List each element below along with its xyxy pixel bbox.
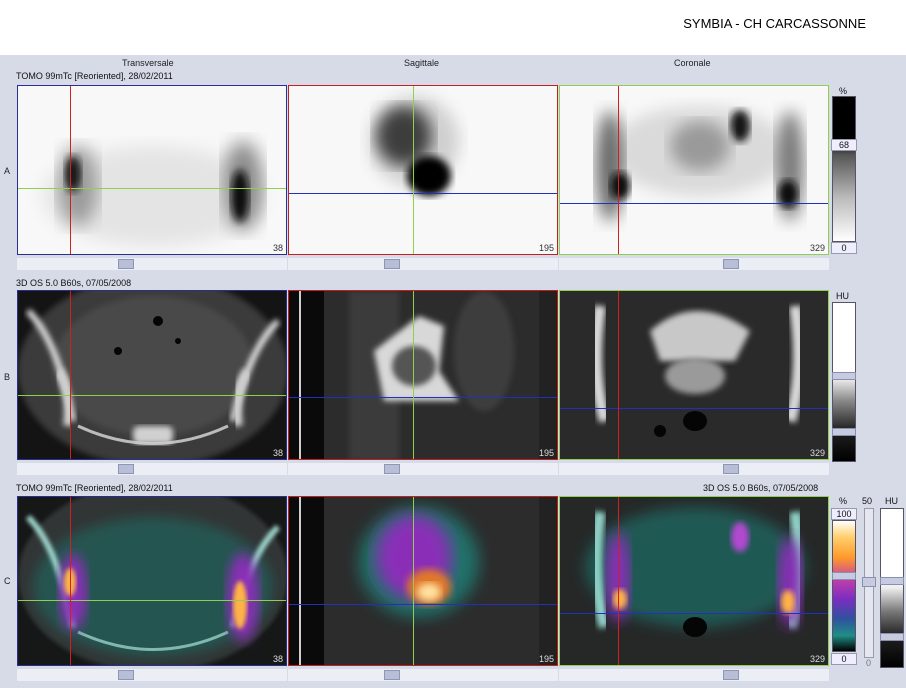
scroll-thumb[interactable] xyxy=(384,259,400,269)
colorbar-a-unit: % xyxy=(839,86,848,96)
row-a-series-info: TOMO 99mTc [Reoriented], 28/02/2011 xyxy=(16,71,173,81)
row-a-label: A xyxy=(4,166,11,176)
colorbar-a-grayscale[interactable] xyxy=(832,96,856,242)
fusion-coronal-image xyxy=(560,497,828,665)
crosshair-horizontal[interactable] xyxy=(560,613,828,614)
crosshair-vertical[interactable] xyxy=(70,86,71,254)
colorbar-c-pet-unit: % xyxy=(839,496,848,506)
scrollbar-b-sagittal[interactable] xyxy=(288,463,558,475)
column-header-sagittal: Sagittale xyxy=(404,58,440,68)
scroll-thumb[interactable] xyxy=(723,259,739,269)
scroll-thumb[interactable] xyxy=(118,464,134,474)
viewport-c-coronal[interactable]: 329 xyxy=(559,496,829,666)
slice-number: 195 xyxy=(538,654,554,664)
colorbar-a-max-value[interactable]: 68 xyxy=(831,139,857,151)
ct-sagittal-image xyxy=(289,291,557,459)
scroll-thumb[interactable] xyxy=(723,670,739,680)
viewport-a-coronal[interactable]: 329 xyxy=(559,85,829,255)
viewport-b-transverse[interactable]: 38 xyxy=(17,290,287,460)
colorbar-c-max-value[interactable]: 100 xyxy=(831,508,857,520)
viewport-c-sagittal[interactable]: 195 xyxy=(288,496,558,666)
viewport-a-sagittal[interactable]: 195 xyxy=(288,85,558,255)
fusion-slider-value: 50 xyxy=(862,496,873,506)
colorbar-c-ct-lower-handle[interactable] xyxy=(880,633,904,641)
scrollbar-b-transverse[interactable] xyxy=(17,463,287,475)
header-bar: SYMBIA - CH CARCASSONNE xyxy=(0,0,906,55)
viewport-b-coronal[interactable]: 329 xyxy=(559,290,829,460)
row-b-series-info: 3D OS 5.0 B60s, 07/05/2008 xyxy=(16,278,132,288)
scrollbar-a-sagittal[interactable] xyxy=(288,258,558,270)
spect-coronal-image xyxy=(560,86,828,254)
colorbar-b-grayscale[interactable] xyxy=(832,302,856,462)
crosshair-horizontal[interactable] xyxy=(18,395,286,396)
colorbar-b-upper-handle[interactable] xyxy=(832,372,856,380)
scrollbar-a-transverse[interactable] xyxy=(17,258,287,270)
scroll-thumb[interactable] xyxy=(118,259,134,269)
institution-title: SYMBIA - CH CARCASSONNE xyxy=(683,16,866,31)
slice-number: 329 xyxy=(809,654,825,664)
crosshair-vertical[interactable] xyxy=(413,291,414,459)
slice-number: 329 xyxy=(809,243,825,253)
slice-number: 195 xyxy=(538,243,554,253)
scroll-thumb[interactable] xyxy=(384,670,400,680)
row-c-series-info-right: 3D OS 5.0 B60s, 07/05/2008 xyxy=(703,483,819,493)
scrollbar-c-transverse[interactable] xyxy=(17,669,287,681)
colorbar-c-pet-handle[interactable] xyxy=(832,572,856,580)
row-b-label: B xyxy=(4,372,11,382)
spect-sagittal-image xyxy=(289,86,557,254)
row-c-series-info-left: TOMO 99mTc [Reoriented], 28/02/2011 xyxy=(16,483,173,493)
scroll-thumb[interactable] xyxy=(723,464,739,474)
crosshair-vertical[interactable] xyxy=(70,497,71,665)
crosshair-horizontal[interactable] xyxy=(289,397,557,398)
slice-number: 195 xyxy=(538,448,554,458)
colorbar-c-pet-scale[interactable] xyxy=(832,520,856,652)
colorbar-c-ct-upper-handle[interactable] xyxy=(880,577,904,585)
viewport-c-transverse[interactable]: 38 xyxy=(17,496,287,666)
fusion-transverse-image xyxy=(18,497,286,665)
row-c-label: C xyxy=(4,576,11,586)
fusion-slider-min: 0 xyxy=(866,658,872,668)
colorbar-c-ct-grayscale[interactable] xyxy=(880,508,904,668)
spect-transverse-image xyxy=(18,86,286,254)
crosshair-horizontal[interactable] xyxy=(560,408,828,409)
crosshair-vertical[interactable] xyxy=(413,497,414,665)
colorbar-a-min-value[interactable]: 0 xyxy=(831,242,857,254)
colorbar-c-ct-unit: HU xyxy=(885,496,898,506)
viewport-a-transverse[interactable]: 38 xyxy=(17,85,287,255)
colorbar-b-unit: HU xyxy=(836,291,849,301)
column-header-coronal: Coronale xyxy=(674,58,711,68)
colorbar-b-lower-handle[interactable] xyxy=(832,428,856,436)
crosshair-horizontal[interactable] xyxy=(289,193,557,194)
column-header-transverse: Transversale xyxy=(122,58,174,68)
crosshair-vertical[interactable] xyxy=(618,291,619,459)
crosshair-vertical[interactable] xyxy=(618,86,619,254)
scrollbar-c-sagittal[interactable] xyxy=(288,669,558,681)
crosshair-horizontal[interactable] xyxy=(289,604,557,605)
crosshair-vertical[interactable] xyxy=(70,291,71,459)
scrollbar-a-coronal[interactable] xyxy=(559,258,829,270)
crosshair-horizontal[interactable] xyxy=(18,188,286,189)
scrollbar-c-coronal[interactable] xyxy=(559,669,829,681)
colorbar-c-min-value[interactable]: 0 xyxy=(831,653,857,665)
slice-number: 38 xyxy=(272,448,283,458)
scroll-thumb[interactable] xyxy=(118,670,134,680)
scroll-thumb[interactable] xyxy=(384,464,400,474)
crosshair-horizontal[interactable] xyxy=(560,203,828,204)
fusion-blend-slider[interactable] xyxy=(862,508,876,658)
crosshair-vertical[interactable] xyxy=(618,497,619,665)
viewport-b-sagittal[interactable]: 195 xyxy=(288,290,558,460)
fusion-blend-thumb[interactable] xyxy=(862,577,876,587)
slice-number: 38 xyxy=(272,243,283,253)
ct-coronal-image xyxy=(560,291,828,459)
ct-transverse-image xyxy=(18,291,286,459)
crosshair-vertical[interactable] xyxy=(413,86,414,254)
slice-number: 38 xyxy=(272,654,283,664)
fusion-sagittal-image xyxy=(289,497,557,665)
scrollbar-b-coronal[interactable] xyxy=(559,463,829,475)
crosshair-horizontal[interactable] xyxy=(18,600,286,601)
slice-number: 329 xyxy=(809,448,825,458)
